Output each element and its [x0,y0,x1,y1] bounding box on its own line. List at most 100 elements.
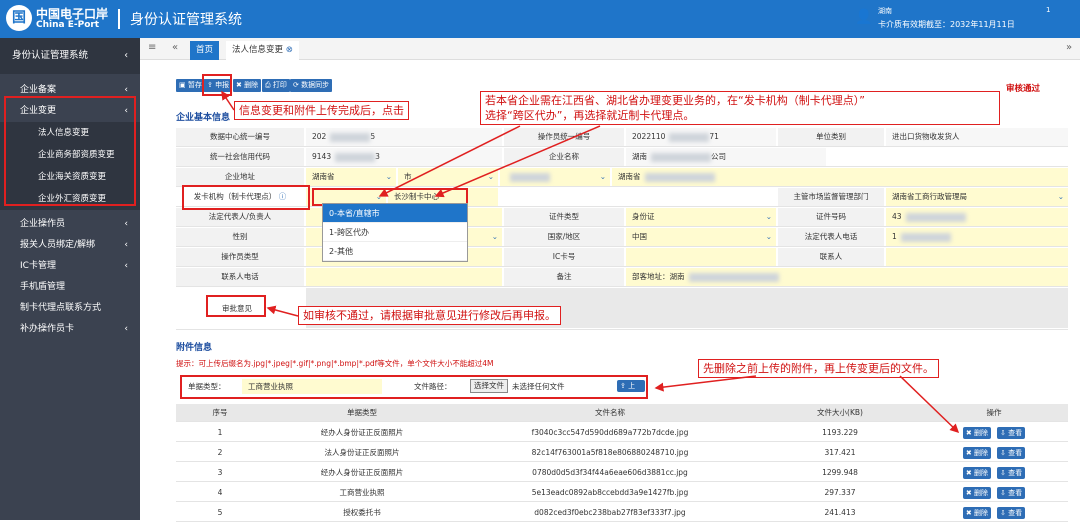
col-header: 文件名称 [595,408,625,417]
table-header: 序号 单据类型 文件名称 文件大小(KB) 操作 [176,404,1068,422]
sidebar-item-declarant-binding[interactable]: 报关人员绑定/解绑 ‹ [0,235,140,256]
cell-index: 5 [217,508,223,517]
save-button[interactable]: ▣ 暂存 [176,79,205,92]
highlight-box-upload [180,375,648,399]
dropdown-option-cross-region[interactable]: 1-跨区代办 [323,223,467,242]
callout-attachments: 先删除之前上传的附件，再上传变更后的文件。 [698,359,939,378]
delete-file-button[interactable]: ✖ 删除 [962,487,991,499]
dropdown-option-local[interactable]: 0-本省/直辖市 [323,204,467,223]
user-icon[interactable]: 👤 [855,9,872,25]
value-text: 公司 [711,152,726,161]
field-label: 备注 [504,268,624,286]
col-header: 单据类型 [347,408,377,417]
view-file-button[interactable]: ⇩ 查看 [997,447,1026,459]
redacted-block [669,132,710,142]
delete-button[interactable]: ✖ 删除 [233,79,262,92]
col-header: 文件大小(KB) [817,408,863,417]
tab-legal-change[interactable]: 法人信息变更 ⊗ [226,41,299,60]
chevron-down-icon: ⌄ [385,172,392,181]
user-name[interactable]: 湖南 [878,6,892,16]
district-select[interactable]: ⌄ [500,168,610,186]
cell-actions: ✖ 删除 ⇩ 查看 [920,424,1068,442]
view-file-button[interactable]: ⇩ 查看 [997,467,1026,479]
view-label: 查看 [1008,429,1023,437]
sidebar-item-ic-card[interactable]: IC卡管理 ‹ [0,256,140,277]
province-select[interactable]: 湖南省 ⌄ [306,168,396,186]
sidebar-item-operators[interactable]: 企业操作员 ‹ [0,214,140,235]
sidebar-item-label: 制卡代理点联系方式 [20,303,102,313]
sync-button[interactable]: ⟳ 数据同步 [290,79,333,92]
chevron-left-icon: ‹ [124,240,128,250]
col-header: 操作 [986,408,1002,417]
double-chevron-right-icon[interactable]: » [1066,42,1072,53]
chevron-down-icon: ⌄ [487,172,494,181]
callout-cross-region: 若本省企业需在江西省、湖北省办理变更业务的，在“发卡机构（制卡代理点）” 选择“跨… [480,91,1000,125]
sidebar-item-agent-contact[interactable]: 制卡代理点联系方式 [0,298,140,319]
field-label: 国家/地区 [504,228,624,246]
select-value: 身份证 [632,212,655,221]
legal-phone-input[interactable]: 1 [886,228,1068,246]
user-name-suffix: 1 [1046,6,1051,14]
cell-filename: 0780d0d5d3f34f44a6eae606d3881cc.jpg [532,468,688,477]
cell-filename: 82c14f763001a5f818e806880248710.jpg [531,448,689,457]
field-value: 2022110 71 [626,128,776,146]
field-label: 操作员统一编号 [504,128,624,146]
cell-filename: 5e13eadc0892ab8ccebdd3a9e1427fb.jpg [531,488,689,497]
table-row: 3 经办人身份证正反面照片 0780d0d5d3f34f44a6eae606d3… [176,464,1068,482]
ic-card-input[interactable] [626,248,776,266]
agent-type-dropdown[interactable]: 0-本省/直辖市 1-跨区代办 2-其他 [322,203,468,262]
chevron-down-icon: ⌄ [765,212,772,221]
field-label: 单位类别 [778,128,884,146]
city-select[interactable]: 市 ⌄ [398,168,498,186]
redacted-block [905,212,966,222]
close-icon[interactable]: ⊗ [286,45,293,55]
delete-file-button[interactable]: ✖ 删除 [962,427,991,439]
view-file-button[interactable]: ⇩ 查看 [997,427,1026,439]
id-number-input[interactable]: 43 [886,208,1068,226]
dropdown-option-other[interactable]: 2-其他 [323,242,467,261]
delete-file-button[interactable]: ✖ 删除 [962,467,991,479]
select-value: 市 [404,172,412,181]
sidebar-item-label: 报关人员绑定/解绑 [20,240,96,250]
double-chevron-left-icon[interactable]: « [172,42,178,53]
cell-size: 241.413 [824,508,856,517]
menu-toggle-icon[interactable]: ≡ [148,42,156,53]
sync-label: 数据同步 [301,81,330,89]
sidebar-item-phone-shield[interactable]: 手机盾管理 [0,277,140,298]
delete-label: 删除 [974,469,988,477]
remark-input[interactable]: 部客地址：湖南 [626,268,1068,286]
value-text: 71 [709,132,719,141]
chevron-left-icon: ‹ [124,50,128,61]
sidebar-title[interactable]: 身份认证管理系统 ‹ [0,38,140,74]
view-label: 查看 [1008,509,1023,517]
field-label: 主管市场监督管理部门 [778,188,884,206]
delete-file-button[interactable]: ✖ 删除 [962,507,991,519]
view-file-button[interactable]: ⇩ 查看 [997,507,1026,519]
sidebar-item-reissue-card[interactable]: 补办操作员卡 ‹ [0,319,140,340]
cell-size: 1193.229 [822,428,858,437]
cell-index: 3 [217,468,223,477]
cell-type: 经办人身份证正反面照片 [320,468,404,477]
redacted-block [330,132,371,142]
delete-file-button[interactable]: ✖ 删除 [962,447,991,459]
field-label: 操作员类型 [176,248,304,266]
market-dept-select[interactable]: 湖南省工商行政管理局 ⌄ [886,188,1068,206]
highlight-box-approval [206,295,266,317]
contact-input[interactable] [886,248,1068,266]
field-label: 企业地址 [176,168,304,186]
cell-type: 授权委托书 [343,508,381,517]
field-label: 法定代表人/负责人 [176,208,304,226]
address-input[interactable]: 湖南省 [612,168,1068,186]
sidebar-item-label: 补办操作员卡 [20,324,75,334]
view-file-button[interactable]: ⇩ 查看 [997,487,1026,499]
value-text: 43 [892,212,902,221]
country-select[interactable]: 中国 ⌄ [626,228,776,246]
section-basic-title: 企业基本信息 [176,113,231,123]
value-text: 9143 [312,152,332,161]
contact-phone-input[interactable] [306,268,502,286]
cell-type: 经办人身份证正反面照片 [320,428,404,437]
col-header: 序号 [212,408,228,417]
print-button[interactable]: ⎙ 打印 [262,79,290,92]
id-type-select[interactable]: 身份证 ⌄ [626,208,776,226]
tab-home[interactable]: 首页 [190,41,220,60]
